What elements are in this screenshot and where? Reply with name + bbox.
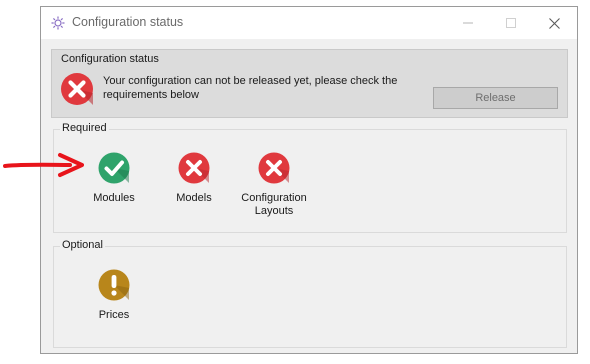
optional-item-label: Prices [98, 309, 130, 321]
warning-icon [98, 269, 130, 301]
required-group: Required Modules Models Configuration La… [53, 122, 567, 233]
required-item-configuration-layouts[interactable]: Configuration Layouts [224, 151, 324, 218]
optional-group: Optional Prices [53, 239, 567, 348]
required-item-label: Configuration Layouts [241, 192, 307, 217]
required-group-label: Required [60, 122, 109, 134]
minimize-button[interactable] [446, 7, 490, 39]
red-arrow-annotation [3, 153, 84, 177]
app-gear-icon [51, 16, 65, 30]
required-item-label: Modules [93, 192, 135, 204]
optional-item-prices[interactable]: Prices [72, 268, 156, 322]
maximize-icon [506, 18, 516, 28]
configuration-status-window: Configuration status Configuration statu… [40, 6, 578, 354]
close-button[interactable] [532, 7, 576, 39]
error-icon [178, 152, 210, 184]
status-heading: Configuration status [61, 53, 159, 65]
minimize-icon [463, 22, 473, 24]
maximize-button[interactable] [489, 7, 533, 39]
close-icon [548, 17, 560, 29]
error-icon [258, 152, 290, 184]
required-item-models[interactable]: Models [157, 151, 231, 205]
title-bar: Configuration status [41, 7, 577, 39]
required-item-label: Models [176, 192, 212, 204]
error-icon [61, 73, 93, 105]
window-title: Configuration status [72, 15, 184, 29]
check-icon [98, 152, 130, 184]
release-button[interactable]: Release [433, 87, 558, 109]
status-message: Your configuration can not be released y… [103, 75, 398, 101]
status-panel: Configuration status Your configuration … [51, 49, 568, 118]
optional-group-label: Optional [60, 239, 105, 251]
